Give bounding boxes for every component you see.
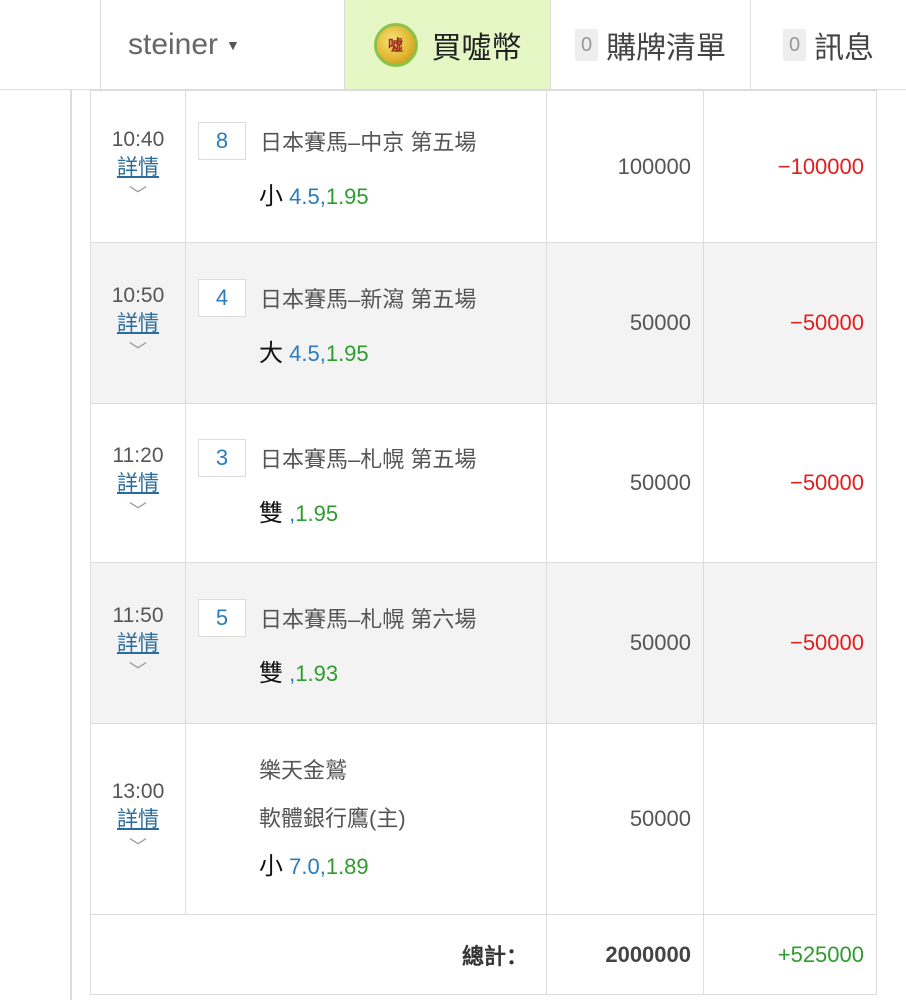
bet-info-cell: 5 日本賽馬–札幌 第六場 雙 ,1.93: [185, 562, 547, 724]
bet-pick: 大: [259, 339, 283, 367]
bet-pick: 小: [259, 183, 283, 210]
cart-list-label: 購牌清單: [606, 31, 727, 65]
bet-number-badge: 8: [198, 122, 246, 160]
detail-link[interactable]: 詳情: [91, 154, 185, 182]
bet-result: [703, 723, 877, 915]
messages-label: 訊息: [814, 31, 875, 65]
bet-odds: 1.95: [295, 500, 339, 526]
chevron-down-icon[interactable]: ﹀: [91, 338, 185, 364]
chevron-down-icon[interactable]: ﹀: [91, 498, 185, 524]
table-row: 13:00 詳情 ﹀ 樂天金鷲 軟體銀行鷹(主) 小 7.0,1.89 5000…: [90, 723, 877, 915]
cart-list-button[interactable]: 0 購牌清單: [550, 0, 750, 89]
total-amount: 2000000: [546, 914, 704, 995]
table-row: 10:40 詳情 ﹀ 8 日本賽馬–中京 第五場 小 4.5,1.95 1000…: [90, 90, 877, 243]
bet-time: 10:40: [111, 127, 165, 151]
bet-line: 4.5,: [289, 184, 326, 209]
bet-info-cell: 4 日本賽馬–新瀉 第五場 大 4.5,1.95: [185, 242, 547, 404]
bet-info-cell: 3 日本賽馬–札幌 第五場 雙 ,1.95: [185, 403, 547, 563]
bet-amount: 100000: [546, 90, 704, 243]
caret-down-icon: ▼: [226, 36, 240, 53]
bet-amount: 50000: [546, 242, 704, 404]
total-row: 總計： 2000000 +525000: [90, 914, 877, 995]
message-count-badge: 0: [782, 28, 807, 61]
time-cell: 13:00 詳情 ﹀: [90, 723, 186, 915]
bet-time: 11:50: [112, 604, 164, 627]
bet-pick: 雙: [259, 499, 283, 527]
buy-coin-label: 買噓幣: [431, 31, 522, 65]
event-title: 日本賽馬–中京 第五場: [260, 130, 477, 155]
detail-link[interactable]: 詳情: [91, 470, 185, 498]
bet-info-cell: 8 日本賽馬–中京 第五場 小 4.5,1.95: [185, 90, 547, 243]
messages-button[interactable]: 0 訊息: [750, 0, 906, 89]
table-row: 11:20 詳情 ﹀ 3 日本賽馬–札幌 第五場 雙 ,1.95 50000 −…: [90, 403, 877, 563]
bet-line: 7.0,: [289, 854, 326, 879]
table-row: 10:50 詳情 ﹀ 4 日本賽馬–新瀉 第五場 大 4.5,1.95 5000…: [90, 242, 877, 404]
event-title: 日本賽馬–札幌 第五場: [260, 446, 477, 472]
buy-coin-button[interactable]: 噓 買噓幣: [344, 0, 550, 89]
team-name: 軟體銀行鷹(主): [259, 806, 406, 831]
bet-info-cell: 樂天金鷲 軟體銀行鷹(主) 小 7.0,1.89: [185, 723, 547, 915]
time-cell: 10:50 詳情 ﹀: [90, 242, 186, 404]
detail-link[interactable]: 詳情: [91, 806, 185, 834]
left-divider: [70, 90, 72, 1000]
bet-amount: 50000: [546, 403, 704, 563]
bet-number-badge: 4: [198, 278, 246, 317]
top-nav: steiner ▼ 噓 買噓幣 0 購牌清單 0 訊息: [0, 0, 906, 90]
bet-number-badge: 3: [198, 438, 246, 477]
time-cell: 11:50 詳情 ﹀: [90, 562, 186, 724]
bet-number-badge: 5: [198, 598, 246, 637]
table-row: 11:50 詳情 ﹀ 5 日本賽馬–札幌 第六場 雙 ,1.93 50000 −…: [90, 562, 877, 724]
bet-odds: 1.89: [325, 854, 369, 879]
bet-pick: 小: [259, 853, 283, 880]
bet-time: 10:50: [111, 284, 165, 307]
bet-odds: 1.95: [325, 340, 369, 366]
bet-odds: 1.93: [295, 660, 339, 686]
bet-time: 11:20: [112, 444, 164, 467]
event-title: 日本賽馬–新瀉 第五場: [260, 286, 477, 312]
bet-result: −50000: [703, 242, 877, 404]
total-result: +525000: [703, 914, 877, 995]
bet-history-table: 10:40 詳情 ﹀ 8 日本賽馬–中京 第五場 小 4.5,1.95 1000…: [90, 90, 877, 995]
bet-time: 13:00: [111, 780, 165, 803]
bet-result: −50000: [703, 562, 877, 724]
coin-icon: 噓: [373, 22, 418, 67]
user-menu[interactable]: steiner ▼: [100, 0, 344, 89]
bet-odds: 1.95: [325, 184, 369, 209]
bet-line: 4.5,: [289, 340, 326, 366]
event-title: 日本賽馬–札幌 第六場: [260, 606, 477, 632]
cart-count-badge: 0: [574, 28, 599, 61]
detail-link[interactable]: 詳情: [91, 630, 185, 658]
bet-pick: 雙: [259, 659, 283, 687]
chevron-down-icon[interactable]: ﹀: [91, 658, 185, 684]
chevron-down-icon[interactable]: ﹀: [91, 182, 185, 208]
total-label: 總計：: [90, 914, 547, 995]
team-name: 樂天金鷲: [259, 758, 348, 783]
bet-result: −50000: [703, 403, 877, 563]
chevron-down-icon[interactable]: ﹀: [91, 834, 185, 860]
bet-amount: 50000: [546, 562, 704, 724]
time-cell: 11:20 詳情 ﹀: [90, 403, 186, 563]
detail-link[interactable]: 詳情: [91, 310, 185, 338]
bet-result: −100000: [703, 90, 877, 243]
bet-amount: 50000: [546, 723, 704, 915]
time-cell: 10:40 詳情 ﹀: [90, 90, 186, 243]
username: steiner: [128, 27, 219, 61]
